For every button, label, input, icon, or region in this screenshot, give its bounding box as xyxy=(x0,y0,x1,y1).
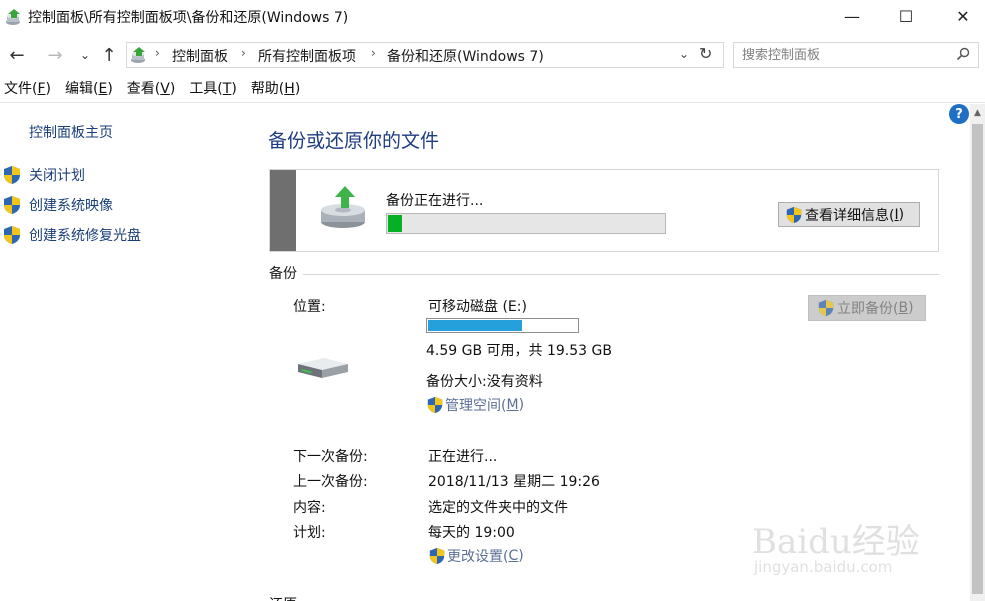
sidebar-item-create-system-image[interactable]: 创建系统映像 xyxy=(2,194,113,216)
manage-space-link[interactable]: 管理空间(M) xyxy=(426,395,524,415)
last-backup-value: 2018/11/13 星期二 19:26 xyxy=(428,474,600,490)
search-icon[interactable] xyxy=(956,47,970,61)
backup-status-text: 备份正在进行... xyxy=(386,193,484,209)
backup-section-heading: 备份 xyxy=(269,263,303,283)
chevron-down-icon[interactable]: ⌄ xyxy=(679,47,689,61)
up-button[interactable]: ↑ xyxy=(98,44,120,66)
sidebar-item-create-repair-disc[interactable]: 创建系统修复光盘 xyxy=(2,224,141,246)
scroll-up-icon[interactable]: ▲ xyxy=(970,106,985,120)
uac-shield-icon xyxy=(786,206,802,223)
breadcrumb-all-items[interactable]: 所有控制面板项 xyxy=(258,46,356,66)
window-title: 控制面板\所有控制面板项\备份和还原(Windows 7) xyxy=(28,10,349,26)
contents-label: 内容: xyxy=(293,500,326,516)
menu-file[interactable]: 文件(F) xyxy=(4,78,51,102)
sidebar: 控制面板主页 关闭计划 创建系统映像 创建系统修复光盘 xyxy=(0,104,250,601)
uac-shield-icon xyxy=(4,196,20,214)
navigation-bar: ← → ⌄ ↑ › 控制面板 › 所有控制面板项 › 备份和还原(Windows… xyxy=(0,38,985,72)
breadcrumb-separator[interactable]: › xyxy=(155,46,160,60)
help-icon[interactable]: ? xyxy=(949,104,969,124)
contents-value: 选定的文件夹中的文件 xyxy=(428,500,568,516)
disk-usage-fill xyxy=(428,320,522,331)
backup-progress-bar xyxy=(386,213,666,234)
last-backup-label: 上一次备份: xyxy=(293,474,368,490)
breadcrumb-backup-restore[interactable]: 备份和还原(Windows 7) xyxy=(387,46,544,66)
uac-shield-icon xyxy=(818,299,834,317)
page-title: 备份或还原你的文件 xyxy=(268,130,440,152)
disk-space-text: 4.59 GB 可用，共 19.53 GB xyxy=(426,343,612,359)
forward-button[interactable]: → xyxy=(44,44,66,66)
search-box[interactable] xyxy=(733,42,979,68)
menu-view[interactable]: 查看(V) xyxy=(127,78,176,102)
uac-shield-icon xyxy=(429,547,445,565)
backup-progress-panel: 备份正在进行... 查看详细信息(I) xyxy=(269,169,939,252)
restore-section-heading: 还原 xyxy=(269,594,309,601)
back-button[interactable]: ← xyxy=(6,44,28,66)
change-settings-link[interactable]: 更改设置(C) xyxy=(428,546,524,566)
recent-locations-button[interactable]: ⌄ xyxy=(74,44,96,66)
watermark-url: jingyan.baidu.com xyxy=(754,558,893,576)
breadcrumb-separator[interactable]: › xyxy=(371,46,376,60)
uac-shield-icon xyxy=(427,396,443,414)
sidebar-home-link[interactable]: 控制面板主页 xyxy=(29,122,113,142)
menu-divider xyxy=(0,102,985,103)
schedule-label: 计划: xyxy=(293,525,326,541)
watermark-brand: Baidu经验 xyxy=(752,522,920,562)
location-label: 位置: xyxy=(293,299,326,315)
uac-shield-icon xyxy=(4,166,20,184)
menu-edit[interactable]: 编辑(E) xyxy=(65,78,113,102)
next-backup-label: 下一次备份: xyxy=(293,449,368,465)
search-input[interactable] xyxy=(742,46,942,64)
backup-progress-fill xyxy=(388,215,402,232)
uac-shield-icon xyxy=(4,226,20,244)
menu-help[interactable]: 帮助(H) xyxy=(251,78,300,102)
menu-tools[interactable]: 工具(T) xyxy=(189,78,237,102)
panel-side-strip xyxy=(270,170,296,251)
close-button[interactable]: ✕ xyxy=(935,0,985,32)
watermark: Baidu经验 jingyan.baidu.com xyxy=(752,496,942,582)
address-bar[interactable]: › 控制面板 › 所有控制面板项 › 备份和还原(Windows 7) ⌄ ↻ xyxy=(126,42,724,68)
backup-drive-icon xyxy=(321,186,365,228)
refresh-icon[interactable]: ↻ xyxy=(699,44,712,63)
vertical-scrollbar[interactable]: ▲ xyxy=(970,104,985,601)
section-divider xyxy=(269,274,939,275)
menu-bar: 文件(F) 编辑(E) 查看(V) 工具(T) 帮助(H) xyxy=(0,78,985,102)
disk-usage-bar xyxy=(426,318,579,333)
sidebar-item-turn-off-schedule[interactable]: 关闭计划 xyxy=(2,164,85,186)
view-details-button[interactable]: 查看详细信息(I) xyxy=(778,202,920,227)
backup-now-button[interactable]: 立即备份(B) xyxy=(808,295,926,321)
minimize-button[interactable]: — xyxy=(824,0,880,32)
title-bar: 控制面板\所有控制面板项\备份和还原(Windows 7) — ☐ ✕ xyxy=(0,0,985,34)
breadcrumb-separator[interactable]: › xyxy=(241,46,246,60)
breadcrumb-control-panel[interactable]: 控制面板 xyxy=(172,46,228,66)
location-value: 可移动磁盘 (E:) xyxy=(428,299,527,315)
schedule-value: 每天的 19:00 xyxy=(428,525,515,541)
control-panel-icon xyxy=(131,47,145,63)
scroll-thumb[interactable] xyxy=(972,124,983,594)
next-backup-value: 正在进行... xyxy=(428,449,498,465)
backup-size-text: 备份大小:没有资料 xyxy=(426,374,543,390)
maximize-button[interactable]: ☐ xyxy=(878,0,934,32)
control-panel-icon xyxy=(6,9,20,25)
removable-disk-icon xyxy=(298,358,348,378)
